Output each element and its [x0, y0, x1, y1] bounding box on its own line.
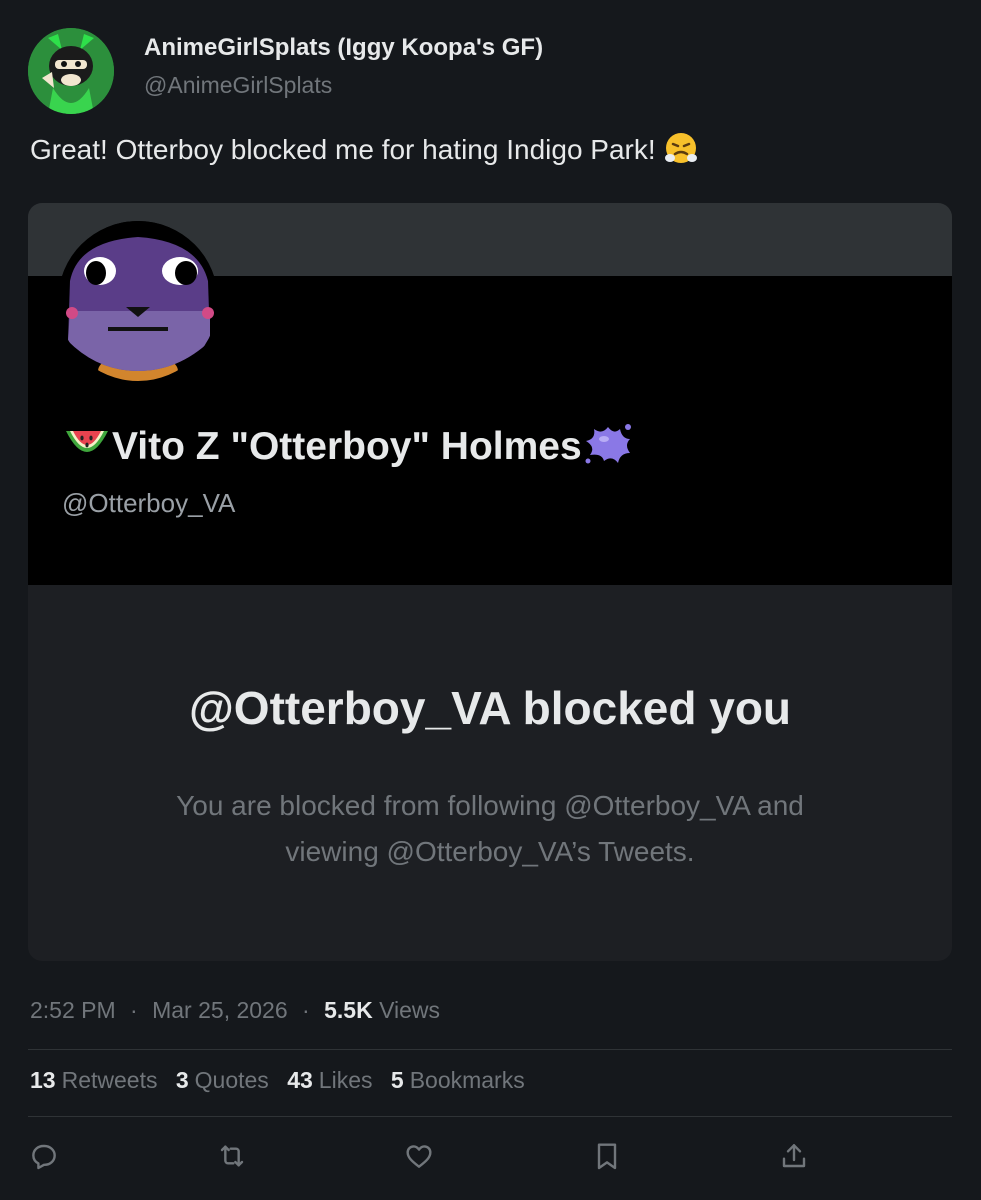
tweet-text-content: Great! Otterboy blocked me for hating In…: [30, 134, 656, 165]
blocked-description-line: viewing @Otterboy_VA’s Tweets.: [285, 836, 695, 867]
bookmarks-stat[interactable]: 5 Bookmarks: [391, 1067, 525, 1093]
meta-separator: ·: [302, 997, 310, 1023]
share-icon[interactable]: [778, 1140, 810, 1172]
views-label: Views: [379, 997, 441, 1023]
profile-name-text: Vito Z "Otterboy" Holmes: [112, 425, 582, 468]
steam-from-nose-emoji-icon: [664, 131, 698, 172]
engagement-stats: 13 Retweets 3 Quotes 43 Likes 5 Bookmarks: [30, 1067, 537, 1094]
profile-handle: @Otterboy_VA: [62, 488, 236, 518]
quotes-stat[interactable]: 3 Quotes: [176, 1067, 269, 1093]
quotes-count: 3: [175, 1067, 189, 1093]
bookmark-icon[interactable]: [591, 1140, 623, 1172]
watermelon-emoji-icon: [62, 423, 112, 477]
author-handle[interactable]: @AnimeGirlSplats: [144, 72, 332, 99]
action-bar: [0, 1136, 981, 1176]
divider: [28, 1116, 952, 1117]
likes-count: 43: [287, 1067, 313, 1093]
avatar-icon: [28, 28, 114, 114]
retweets-count: 13: [30, 1067, 56, 1093]
tweet-date[interactable]: Mar 25, 2026: [152, 997, 288, 1023]
retweets-label: Retweets: [61, 1067, 158, 1093]
author-display-name[interactable]: AnimeGirlSplats (Iggy Koopa's GF): [144, 34, 543, 62]
divider: [28, 1049, 952, 1050]
bookmarks-count: 5: [390, 1067, 404, 1093]
splat-emoji-icon: [582, 421, 634, 477]
profile-name: Vito Z "Otterboy" Holmes: [62, 421, 634, 477]
bookmarks-label: Bookmarks: [409, 1067, 525, 1093]
like-icon[interactable]: [403, 1140, 435, 1172]
tweet: AnimeGirlSplats (Iggy Koopa's GF) @Anime…: [0, 0, 981, 1200]
retweet-icon[interactable]: [216, 1140, 248, 1172]
tweet-time[interactable]: 2:52 PM: [30, 997, 116, 1023]
likes-label: Likes: [318, 1067, 373, 1093]
tweet-text: Great! Otterboy blocked me for hating In…: [30, 131, 698, 172]
likes-stat[interactable]: 43 Likes: [287, 1067, 372, 1093]
profile-avatar: [58, 221, 218, 381]
embedded-image-card[interactable]: Vito Z "Otterboy" Holmes @Otterboy_VA @O…: [28, 203, 952, 961]
reply-icon[interactable]: [28, 1140, 60, 1172]
meta-separator: ·: [130, 997, 138, 1023]
otter-avatar-icon: [58, 221, 218, 381]
views-count: 5.5K: [324, 997, 373, 1023]
tweet-meta: 2:52 PM · Mar 25, 2026 · 5.5K Views: [30, 997, 440, 1024]
quotes-label: Quotes: [194, 1067, 269, 1093]
retweets-stat[interactable]: 13 Retweets: [30, 1067, 157, 1093]
blocked-title: @Otterboy_VA blocked you: [188, 682, 792, 734]
blocked-description-line: You are blocked from following @Otterboy…: [176, 790, 804, 821]
avatar[interactable]: [28, 28, 114, 114]
blocked-description: You are blocked from following @Otterboy…: [128, 783, 852, 875]
